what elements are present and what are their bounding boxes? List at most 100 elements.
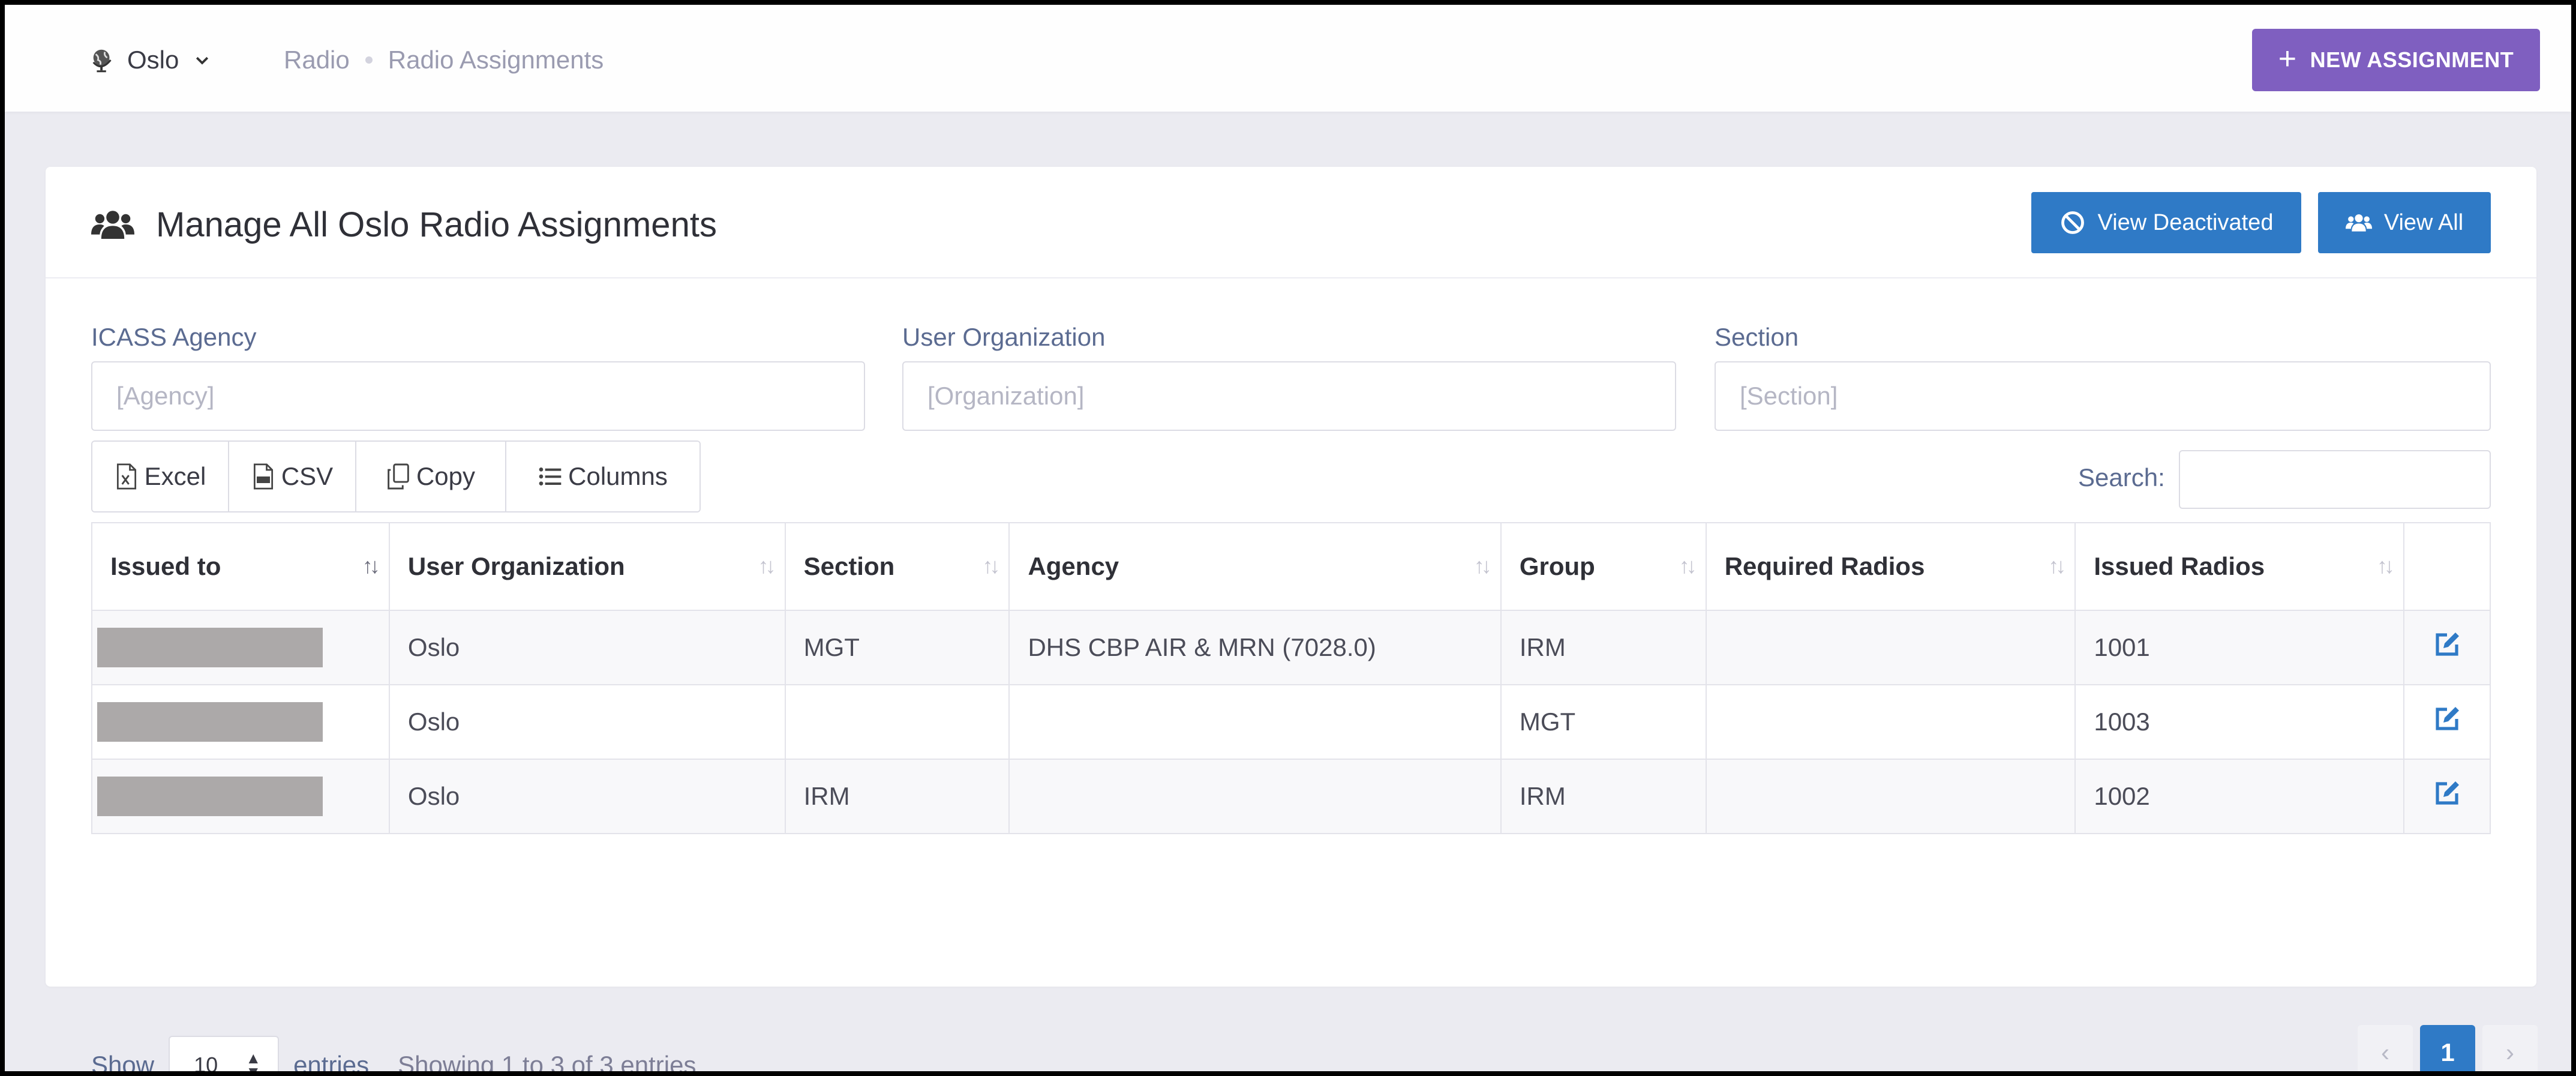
sort-icon: ↑↓	[758, 553, 776, 578]
table-row: Oslo MGT DHS CBP AIR & MRN (7028.0) IRM …	[91, 610, 2491, 685]
columns-button[interactable]: Columns	[506, 442, 699, 511]
col-required-radios[interactable]: Required Radios ↑↓	[1705, 522, 2076, 611]
list-icon	[539, 467, 562, 485]
cell-group: IRM	[1500, 610, 1707, 685]
cell-organization: Oslo	[388, 610, 786, 685]
excel-export-button[interactable]: Excel	[92, 442, 229, 511]
redacted-name	[97, 777, 323, 816]
col-user-organization[interactable]: User Organization ↑↓	[388, 522, 786, 611]
cell-section: IRM	[784, 759, 1010, 834]
col-required-radios-label: Required Radios	[1724, 552, 1925, 580]
redacted-name	[97, 628, 323, 667]
view-deactivated-button[interactable]: View Deactivated	[2031, 192, 2301, 253]
next-page-button[interactable]: ›	[2482, 1025, 2538, 1076]
organization-filter-input[interactable]: [Organization]	[902, 361, 1676, 431]
col-section[interactable]: Section ↑↓	[784, 522, 1010, 611]
new-assignment-label: NEW ASSIGNMENT	[2310, 47, 2514, 72]
breadcrumb-radio-assignments: Radio Assignments	[388, 46, 604, 74]
page-title-text: Manage All Oslo Radio Assignments	[156, 205, 717, 244]
redacted-name	[97, 702, 323, 742]
sort-icon: ↑↓	[2377, 553, 2395, 578]
col-user-organization-label: User Organization	[407, 552, 625, 580]
page-length-value: 10	[194, 1053, 218, 1076]
sort-icon: ↑↓	[1679, 553, 1697, 578]
cell-issued-to	[91, 684, 390, 760]
col-group[interactable]: Group ↑↓	[1500, 522, 1707, 611]
cell-actions	[2403, 684, 2491, 760]
cell-required	[1705, 610, 2076, 685]
page-length-select[interactable]: 10 ▲ ▼	[169, 1036, 280, 1076]
view-all-button[interactable]: View All	[2318, 192, 2491, 253]
sort-icon: ↑↓	[982, 553, 1000, 578]
location-selector[interactable]: Oslo	[89, 42, 211, 78]
agency-filter-label: ICASS Agency	[91, 323, 257, 351]
table-header-row: Issued to ↑↓ User Organization ↑↓ Section ↑…	[91, 522, 2491, 611]
view-deactivated-label: View Deactivated	[2097, 209, 2274, 235]
card-header: Manage All Oslo Radio Assignments View D…	[46, 167, 2536, 278]
col-section-label: Section	[803, 552, 895, 580]
section-filter-label: Section	[1715, 323, 1799, 351]
location-label: Oslo	[127, 46, 179, 74]
col-issued-radios[interactable]: Issued Radios ↑↓	[2074, 522, 2404, 611]
section-filter-input[interactable]: [Section]	[1715, 361, 2491, 431]
cell-agency	[1008, 684, 1502, 760]
csv-export-button[interactable]: CSV	[229, 442, 356, 511]
cell-section	[784, 684, 1010, 760]
breadcrumb-radio[interactable]: Radio	[284, 46, 350, 74]
table-row: Oslo IRM IRM 1002	[91, 759, 2491, 834]
file-excel-icon	[116, 463, 136, 490]
organization-filter-label: User Organization	[902, 323, 1106, 351]
edit-icon[interactable]	[2433, 705, 2461, 733]
cell-section: MGT	[784, 610, 1010, 685]
view-all-label: View All	[2383, 209, 2464, 235]
page-title: Manage All Oslo Radio Assignments	[91, 200, 717, 248]
copy-button[interactable]: Copy	[356, 442, 506, 511]
ban-icon	[2061, 211, 2084, 234]
csv-label: CSV	[281, 462, 334, 490]
globe-icon	[92, 49, 112, 73]
cell-organization: Oslo	[388, 684, 786, 760]
col-issued-to-label: Issued to	[110, 552, 221, 580]
col-issued-radios-label: Issued Radios	[2094, 552, 2265, 580]
cell-issued: 1001	[2074, 610, 2404, 685]
cell-issued-to	[91, 759, 390, 834]
cell-actions	[2403, 610, 2491, 685]
cell-group: MGT	[1500, 684, 1707, 760]
agency-filter-input[interactable]: [Agency]	[91, 361, 865, 431]
col-agency-label: Agency	[1028, 552, 1119, 580]
entries-label: entries	[293, 1051, 370, 1076]
col-issued-to[interactable]: Issued to ↑↓	[91, 522, 390, 611]
pagination: ‹ 1 ›	[2358, 1025, 2538, 1076]
cell-issued-to	[91, 610, 390, 685]
cell-required	[1705, 684, 2076, 760]
export-button-group: Excel CSV Copy Columns	[91, 440, 701, 512]
cell-agency: DHS CBP AIR & MRN (7028.0)	[1008, 610, 1502, 685]
cell-issued: 1003	[2074, 684, 2404, 760]
edit-icon[interactable]	[2433, 630, 2461, 659]
edit-icon[interactable]	[2433, 779, 2461, 808]
new-assignment-button[interactable]: + NEW ASSIGNMENT	[2252, 29, 2540, 91]
breadcrumb-separator	[365, 56, 373, 64]
col-actions	[2403, 522, 2491, 611]
table-info: Showing 1 to 3 of 3 entries	[398, 1051, 696, 1076]
sort-icon: ↑↓	[2048, 553, 2066, 578]
cell-required	[1705, 759, 2076, 834]
users-icon	[2345, 214, 2372, 232]
cell-organization: Oslo	[388, 759, 786, 834]
page-1-button[interactable]: 1	[2420, 1025, 2475, 1076]
assignments-card: Manage All Oslo Radio Assignments View D…	[46, 167, 2538, 1076]
sort-updown-icon: ▲ ▼	[245, 1048, 262, 1076]
search-input[interactable]	[2179, 450, 2491, 509]
copy-icon	[388, 463, 409, 490]
prev-page-button[interactable]: ‹	[2358, 1025, 2413, 1076]
col-agency[interactable]: Agency ↑↓	[1008, 522, 1502, 611]
cell-agency	[1008, 759, 1502, 834]
show-label: Show	[91, 1051, 155, 1076]
sort-icon: ↑↓	[1473, 553, 1492, 578]
top-bar: Oslo Radio Radio Assignments + NEW ASSIG…	[5, 5, 2571, 112]
excel-label: Excel	[144, 462, 206, 490]
search-label: Search:	[2078, 463, 2165, 491]
sort-asc-icon: ↑↓	[362, 553, 380, 578]
page-length-control: Show 10 ▲ ▼ entries Showing 1 to 3 of 3 e…	[91, 1036, 696, 1076]
table-row: Oslo MGT 1003	[91, 684, 2491, 760]
